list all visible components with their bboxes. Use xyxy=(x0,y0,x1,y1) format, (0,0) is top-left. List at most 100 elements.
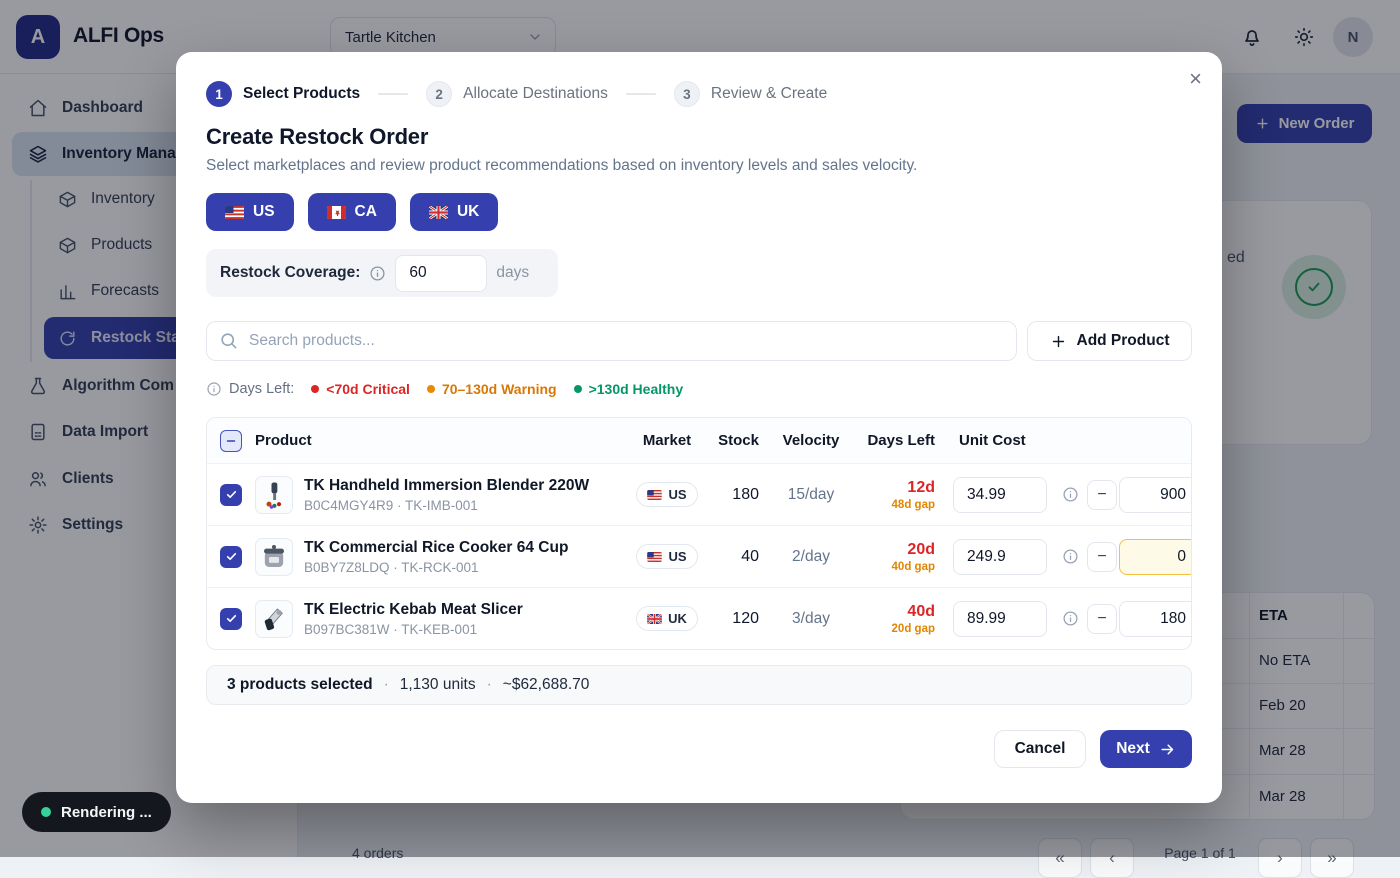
qty-decrement-button[interactable]: − xyxy=(1087,604,1117,634)
product-name: TK Commercial Rice Cooker 64 Cup xyxy=(304,539,568,557)
velocity-value: 3/day xyxy=(769,610,853,628)
product-sku: B0C4MGY4R9 · TK-IMB-001 xyxy=(304,498,589,513)
days-left-cell: 40d 20d gap xyxy=(853,603,945,635)
gap-value: 48d gap xyxy=(892,499,935,511)
add-product-button[interactable]: Add Product xyxy=(1027,321,1192,361)
days-left-legend: Days Left: <70d Critical 70–130d Warning… xyxy=(206,381,1192,397)
qty-input[interactable] xyxy=(1119,477,1192,513)
wizard-stepper: 1 Select Products 2 Allocate Destination… xyxy=(206,80,1192,108)
product-row: TK Commercial Rice Cooker 64 Cup B0BY7Z8… xyxy=(207,525,1191,587)
uk-flag-icon xyxy=(647,614,662,624)
products-table: Product Market Stock Velocity Days Left … xyxy=(206,417,1192,650)
gap-value: 40d gap xyxy=(892,561,935,573)
summary-units: 1,130 units xyxy=(400,676,476,694)
qty-input[interactable] xyxy=(1119,601,1192,637)
step-allocate-destinations: 2 Allocate Destinations xyxy=(426,81,608,107)
days-left-value: 20d xyxy=(907,541,935,559)
stock-value: 180 xyxy=(699,486,769,504)
velocity-value: 15/day xyxy=(769,486,853,504)
row-checkbox[interactable] xyxy=(220,484,242,506)
market-us-button[interactable]: US xyxy=(206,193,294,231)
col-unit-cost: Unit Cost xyxy=(945,432,1055,449)
step-connector xyxy=(626,93,656,95)
step-number: 1 xyxy=(206,81,232,107)
product-image xyxy=(255,538,293,576)
market-toggles: US CA UK xyxy=(206,193,1192,231)
products-table-header: Product Market Stock Velocity Days Left … xyxy=(207,418,1191,463)
us-flag-icon xyxy=(225,206,244,219)
rendering-status-badge: Rendering ... xyxy=(22,792,171,832)
summary-selected: 3 products selected xyxy=(227,676,373,694)
qty-decrement-button[interactable]: − xyxy=(1087,480,1117,510)
create-restock-order-modal: × 1 Select Products 2 Allocate Destinati… xyxy=(176,52,1222,803)
next-button[interactable]: Next xyxy=(1100,730,1192,768)
product-row: TK Handheld Immersion Blender 220W B0C4M… xyxy=(207,463,1191,525)
search-icon xyxy=(219,331,238,350)
legend-caption: Days Left: xyxy=(229,381,294,397)
col-days-left: Days Left xyxy=(853,432,945,449)
search-input[interactable] xyxy=(206,321,1017,361)
select-all-checkbox[interactable] xyxy=(220,430,242,452)
step-label: Review & Create xyxy=(711,85,827,103)
velocity-value: 2/day xyxy=(769,548,853,566)
unit-cost-input[interactable] xyxy=(953,601,1047,637)
product-name: TK Electric Kebab Meat Slicer xyxy=(304,601,523,619)
info-icon xyxy=(206,381,222,397)
col-product: Product xyxy=(255,432,635,449)
unit-cost-input[interactable] xyxy=(953,539,1047,575)
days-left-cell: 12d 48d gap xyxy=(853,479,945,511)
us-flag-icon xyxy=(647,552,662,562)
step-connector xyxy=(378,93,408,95)
unit-cost-input[interactable] xyxy=(953,477,1047,513)
step-label: Select Products xyxy=(243,85,360,103)
row-checkbox[interactable] xyxy=(220,546,242,568)
status-badge-label: Rendering ... xyxy=(61,804,152,821)
modal-title: Create Restock Order xyxy=(206,124,1192,150)
market-pill: US xyxy=(636,544,697,569)
qty-input-highlighted[interactable] xyxy=(1119,539,1192,575)
product-name: TK Handheld Immersion Blender 220W xyxy=(304,477,589,495)
row-checkbox[interactable] xyxy=(220,608,242,630)
arrow-right-icon xyxy=(1159,741,1176,758)
col-stock: Stock xyxy=(699,432,769,449)
cancel-button[interactable]: Cancel xyxy=(994,730,1086,768)
gap-value: 20d gap xyxy=(892,623,935,635)
market-uk-button[interactable]: UK xyxy=(410,193,498,231)
product-sku: B0BY7Z8LDQ · TK-RCK-001 xyxy=(304,560,568,575)
plus-icon xyxy=(1050,333,1067,350)
us-flag-icon xyxy=(647,490,662,500)
days-left-value: 40d xyxy=(907,603,935,621)
product-search xyxy=(206,321,1017,361)
legend-healthy: >130d Healthy xyxy=(574,381,684,397)
coverage-days-input[interactable] xyxy=(395,255,487,292)
legend-warning: 70–130d Warning xyxy=(427,381,557,397)
selection-summary: 3 products selected · 1,130 units · ~$62… xyxy=(206,665,1192,705)
col-market: Market xyxy=(635,432,699,449)
product-image xyxy=(255,476,293,514)
step-select-products: 1 Select Products xyxy=(206,81,360,107)
days-left-cell: 20d 40d gap xyxy=(853,541,945,573)
info-icon[interactable] xyxy=(1055,548,1085,565)
stock-value: 120 xyxy=(699,610,769,628)
healthy-dot-icon xyxy=(574,385,582,393)
coverage-unit-label: days xyxy=(496,264,529,282)
modal-subtitle: Select marketplaces and review product r… xyxy=(206,157,1192,175)
step-number: 3 xyxy=(674,81,700,107)
legend-critical: <70d Critical xyxy=(311,381,410,397)
market-pill: UK xyxy=(636,606,698,631)
info-icon[interactable] xyxy=(1055,610,1085,627)
info-icon[interactable] xyxy=(1055,486,1085,503)
product-row: TK Electric Kebab Meat Slicer B097BC381W… xyxy=(207,587,1191,649)
step-review-create: 3 Review & Create xyxy=(674,81,827,107)
critical-dot-icon xyxy=(311,385,319,393)
stock-value: 40 xyxy=(699,548,769,566)
step-number: 2 xyxy=(426,81,452,107)
close-icon[interactable]: × xyxy=(1189,68,1202,90)
product-sku: B097BC381W · TK-KEB-001 xyxy=(304,622,523,637)
col-velocity: Velocity xyxy=(769,432,853,449)
qty-decrement-button[interactable]: − xyxy=(1087,542,1117,572)
status-dot-icon xyxy=(41,807,51,817)
days-left-value: 12d xyxy=(907,479,935,497)
market-ca-button[interactable]: CA xyxy=(308,193,396,231)
product-image xyxy=(255,600,293,638)
